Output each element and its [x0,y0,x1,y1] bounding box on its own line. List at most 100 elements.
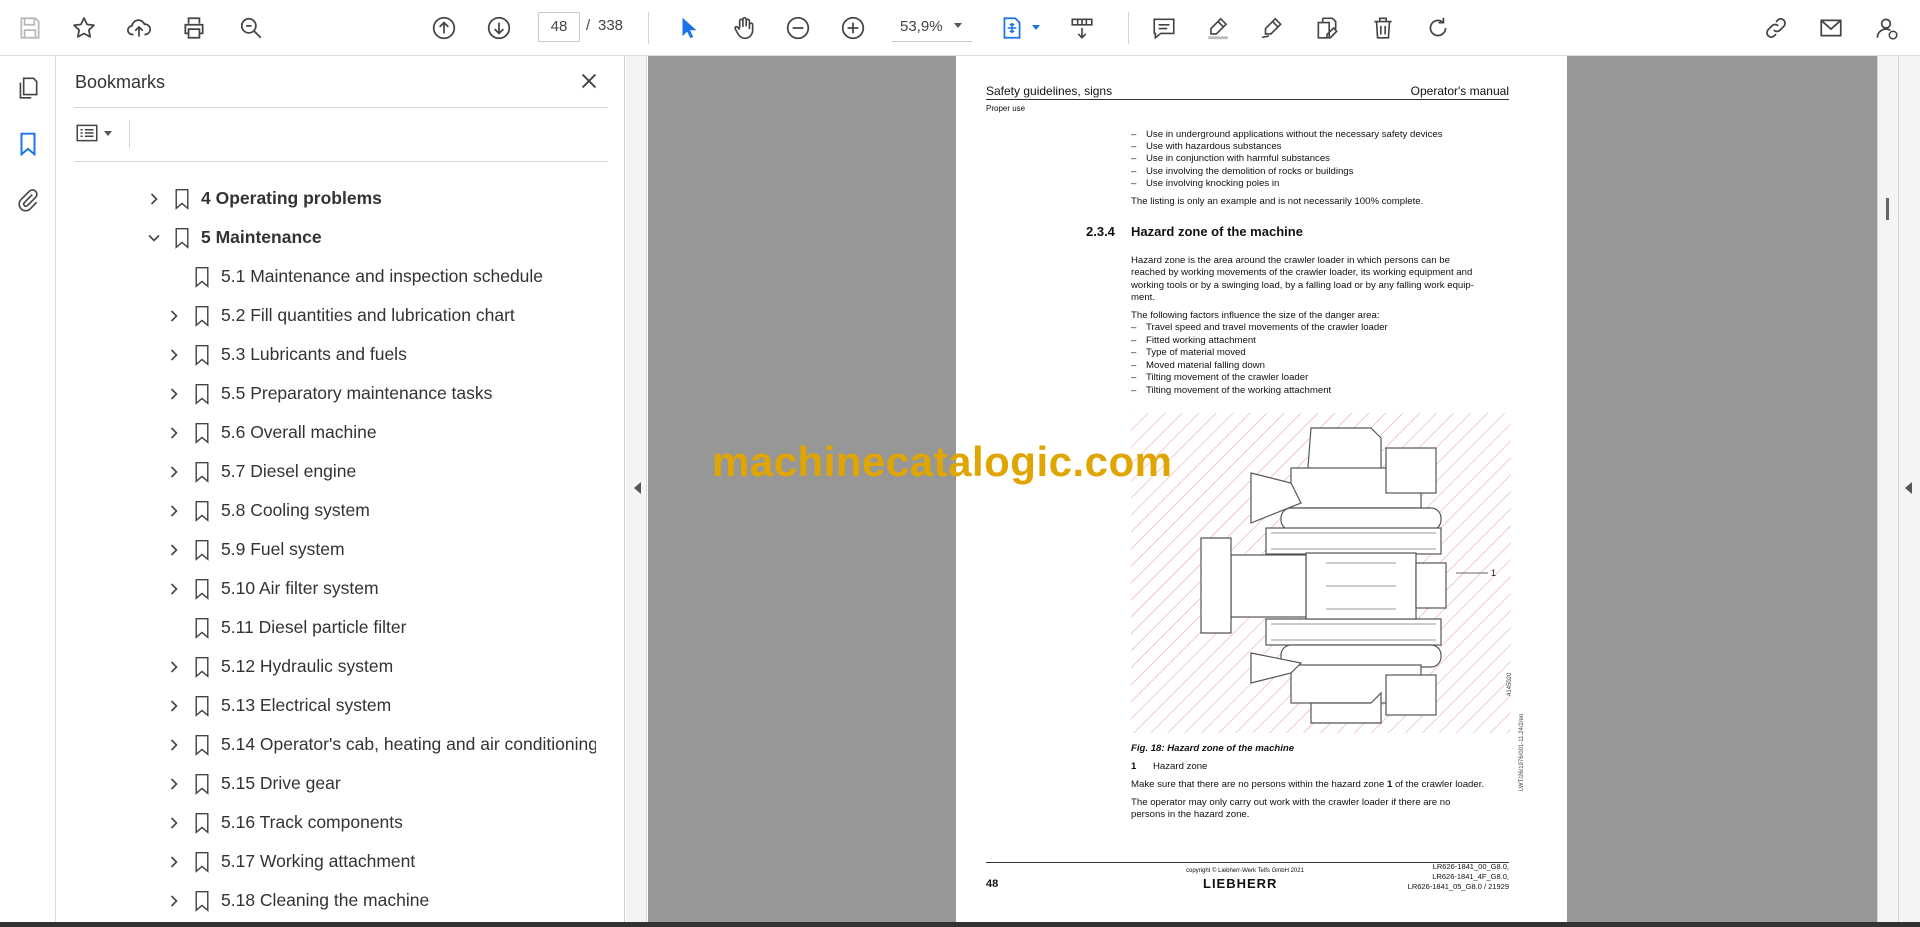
upload-cloud-icon[interactable] [121,10,157,46]
bookmark-item[interactable]: 5.5 Preparatory maintenance tasks [56,377,596,411]
bookmark-item[interactable]: 5.15 Drive gear [56,767,596,801]
bookmark-icon [193,538,211,562]
chevron-right-icon[interactable] [166,308,182,324]
chevron-right-icon[interactable] [166,542,182,558]
bookmark-label: 5.15 Drive gear [221,773,341,793]
chevron-right-icon[interactable] [146,191,162,207]
page-number-input[interactable]: 48 [538,12,580,42]
document-scrollbar[interactable] [1877,56,1898,922]
chevron-down-icon [104,130,112,136]
attachments-icon[interactable] [12,184,44,216]
next-page-icon[interactable] [481,10,517,46]
chevron-down-icon[interactable] [954,23,962,28]
chevron-right-icon[interactable] [166,425,182,441]
bookmark-label: 5 Maintenance [201,227,322,247]
bookmark-item[interactable]: 5.2 Fill quantities and lubrication char… [56,299,596,333]
list-dash: – [1131,178,1137,189]
bookmark-label: 5.2 Fill quantities and lubrication char… [221,305,515,325]
bookmark-item[interactable]: 5.6 Overall machine [56,416,596,450]
figure-side-code: 4145020 [1507,672,1513,696]
list-dash: – [1131,166,1137,177]
legend-number: 1 [1131,761,1137,772]
bookmark-options-button[interactable] [74,118,120,148]
chevron-right-icon[interactable] [166,464,182,480]
chevron-right-icon[interactable] [166,386,182,402]
bookmark-icon [193,460,211,484]
bookmark-icon [193,265,211,289]
chevron-right-icon[interactable] [166,737,182,753]
bookmark-star-icon[interactable] [66,10,102,46]
fit-page-chevron-icon[interactable] [1032,25,1040,30]
bookmark-item[interactable]: 4 Operating problems [56,182,596,216]
draw-freehand-icon[interactable] [1254,10,1290,46]
fit-page-icon[interactable] [994,10,1030,46]
chevron-down-icon[interactable] [146,230,162,246]
chevron-right-icon[interactable] [166,659,182,675]
document-scrollbar-thumb[interactable] [1886,198,1889,220]
find-icon[interactable] [233,10,269,46]
bookmark-item[interactable]: 5.11 Diesel particle filter [56,611,596,645]
previous-page-icon[interactable] [426,10,462,46]
zoom-in-icon[interactable] [835,10,871,46]
chevron-right-icon[interactable] [166,815,182,831]
account-icon[interactable] [1868,10,1904,46]
bookmark-item[interactable]: 5.9 Fuel system [56,533,596,567]
bookmark-item[interactable]: 5.3 Lubricants and fuels [56,338,596,372]
bookmark-item[interactable]: 5.17 Working attachment [56,845,596,879]
list-dash: – [1131,335,1137,346]
bookmark-label: 5.11 Diesel particle filter [221,617,407,637]
page-header-left: Safety guidelines, signs [986,84,1113,98]
page-thumbnails-icon[interactable] [12,72,44,104]
expand-right-panel-icon[interactable] [1905,482,1912,494]
chevron-right-icon[interactable] [166,893,182,909]
footer-reference-line: LR626-1841_00_G8.0, [1432,862,1509,871]
list-item: Travel speed and travel movements of the… [1146,322,1388,333]
chevron-right-icon[interactable] [166,503,182,519]
delete-icon[interactable] [1365,10,1401,46]
bookmark-icon [193,382,211,406]
bookmark-item[interactable]: 5.13 Electrical system [56,689,596,723]
comment-icon[interactable] [1146,10,1182,46]
bookmark-icon [173,226,191,250]
bookmarks-panel-icon[interactable] [12,128,44,160]
bookmark-item[interactable]: 5.16 Track components [56,806,596,840]
bookmark-item[interactable]: 5.14 Operator's cab, heating and air con… [56,728,596,762]
email-icon[interactable] [1813,10,1849,46]
list-dash: – [1131,360,1137,371]
chevron-right-icon[interactable] [166,347,182,363]
section-title: Hazard zone of the machine [1131,224,1303,239]
save-icon[interactable] [12,10,48,46]
print-icon[interactable] [176,10,212,46]
bookmark-icon [193,499,211,523]
bookmark-label: 5.7 Diesel engine [221,461,357,481]
bookmark-icon [193,421,211,445]
edit-pdf-icon[interactable] [1309,10,1345,46]
scroll-mode-icon[interactable] [1064,10,1100,46]
chevron-right-icon[interactable] [166,776,182,792]
select-cursor-icon[interactable] [671,10,707,46]
chevron-right-icon[interactable] [166,581,182,597]
page-total: 338 [598,17,624,34]
share-link-icon[interactable] [1758,10,1794,46]
bookmark-item[interactable]: 5.1 Maintenance and inspection schedule [56,260,596,294]
highlight-icon[interactable] [1200,10,1236,46]
legend-text: Hazard zone [1153,761,1208,772]
bookmark-item[interactable]: 5 Maintenance [56,221,596,255]
bookmark-item[interactable]: 5.10 Air filter system [56,572,596,606]
bookmark-item[interactable]: 5.18 Cleaning the machine [56,884,596,918]
zoom-out-icon[interactable] [780,10,816,46]
bookmark-label: 5.18 Cleaning the machine [221,890,430,910]
bookmark-item[interactable]: 5.7 Diesel engine [56,455,596,489]
bookmark-item[interactable]: 5.12 Hydraulic system [56,650,596,684]
list-item: Use involving the demolition of rocks or… [1146,166,1354,177]
page-header-right: Operator's manual [1410,84,1509,98]
close-icon[interactable] [576,68,602,94]
hand-tool-icon[interactable] [726,10,762,46]
chevron-right-icon[interactable] [166,698,182,714]
footer-page-number: 48 [986,878,999,890]
chevron-right-icon[interactable] [166,854,182,870]
rotate-icon[interactable] [1420,10,1456,46]
footer-reference-line: LR626-1841_05_G8.0 / 21929 [1407,882,1509,891]
collapse-panel-icon[interactable] [634,482,641,494]
bookmark-item[interactable]: 5.8 Cooling system [56,494,596,528]
